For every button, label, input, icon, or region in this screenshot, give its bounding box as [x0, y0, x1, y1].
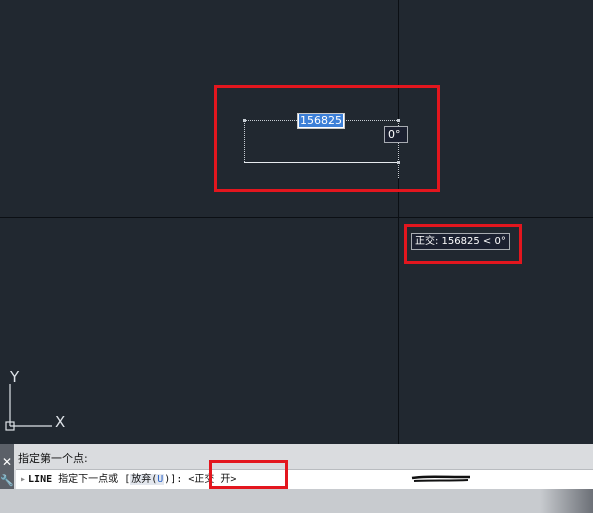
prompt-command-name: LINE [28, 474, 53, 485]
ortho-status-text: <正交 开> [188, 474, 237, 485]
redaction-scribble [411, 475, 471, 482]
ucs-x-label: X [55, 413, 66, 431]
length-value: 156825 [299, 114, 343, 127]
status-bar [0, 489, 593, 513]
option-close-bracket: )]: [164, 474, 183, 485]
undo-option-key: U [157, 474, 164, 485]
drawing-canvas[interactable]: 156825 0° 正交: 156825 < 0° Y X [0, 0, 593, 444]
crosshair-vertical [398, 0, 399, 444]
ucs-y-label: Y [10, 368, 20, 386]
rubberband-dotted-left [244, 121, 245, 162]
status-bar-shade [540, 489, 593, 513]
prompt-text: 指定下一点或 [58, 474, 119, 485]
dynamic-angle-display: 0° [384, 126, 408, 143]
line-preview-segment [244, 162, 399, 163]
dynamic-length-input[interactable]: 156825 [297, 113, 345, 129]
close-icon[interactable]: ✕ [0, 455, 14, 469]
wrench-icon[interactable]: 🔧 [0, 474, 14, 488]
undo-option[interactable]: 放弃(U [130, 474, 165, 485]
undo-option-label: 放弃( [131, 474, 158, 485]
grip-point-start [243, 119, 246, 122]
crosshair-horizontal [0, 217, 593, 218]
grip-point-end-top [397, 119, 400, 122]
recent-commands-icon[interactable]: ▸ [16, 474, 28, 485]
ortho-tooltip: 正交: 156825 < 0° [411, 233, 510, 250]
command-input[interactable]: ▸ LINE 指定下一点或 [放弃(U)]: <正交 开> [16, 469, 593, 489]
grip-point-end [397, 161, 400, 164]
command-history-line: 指定第一个点: [18, 452, 88, 465]
